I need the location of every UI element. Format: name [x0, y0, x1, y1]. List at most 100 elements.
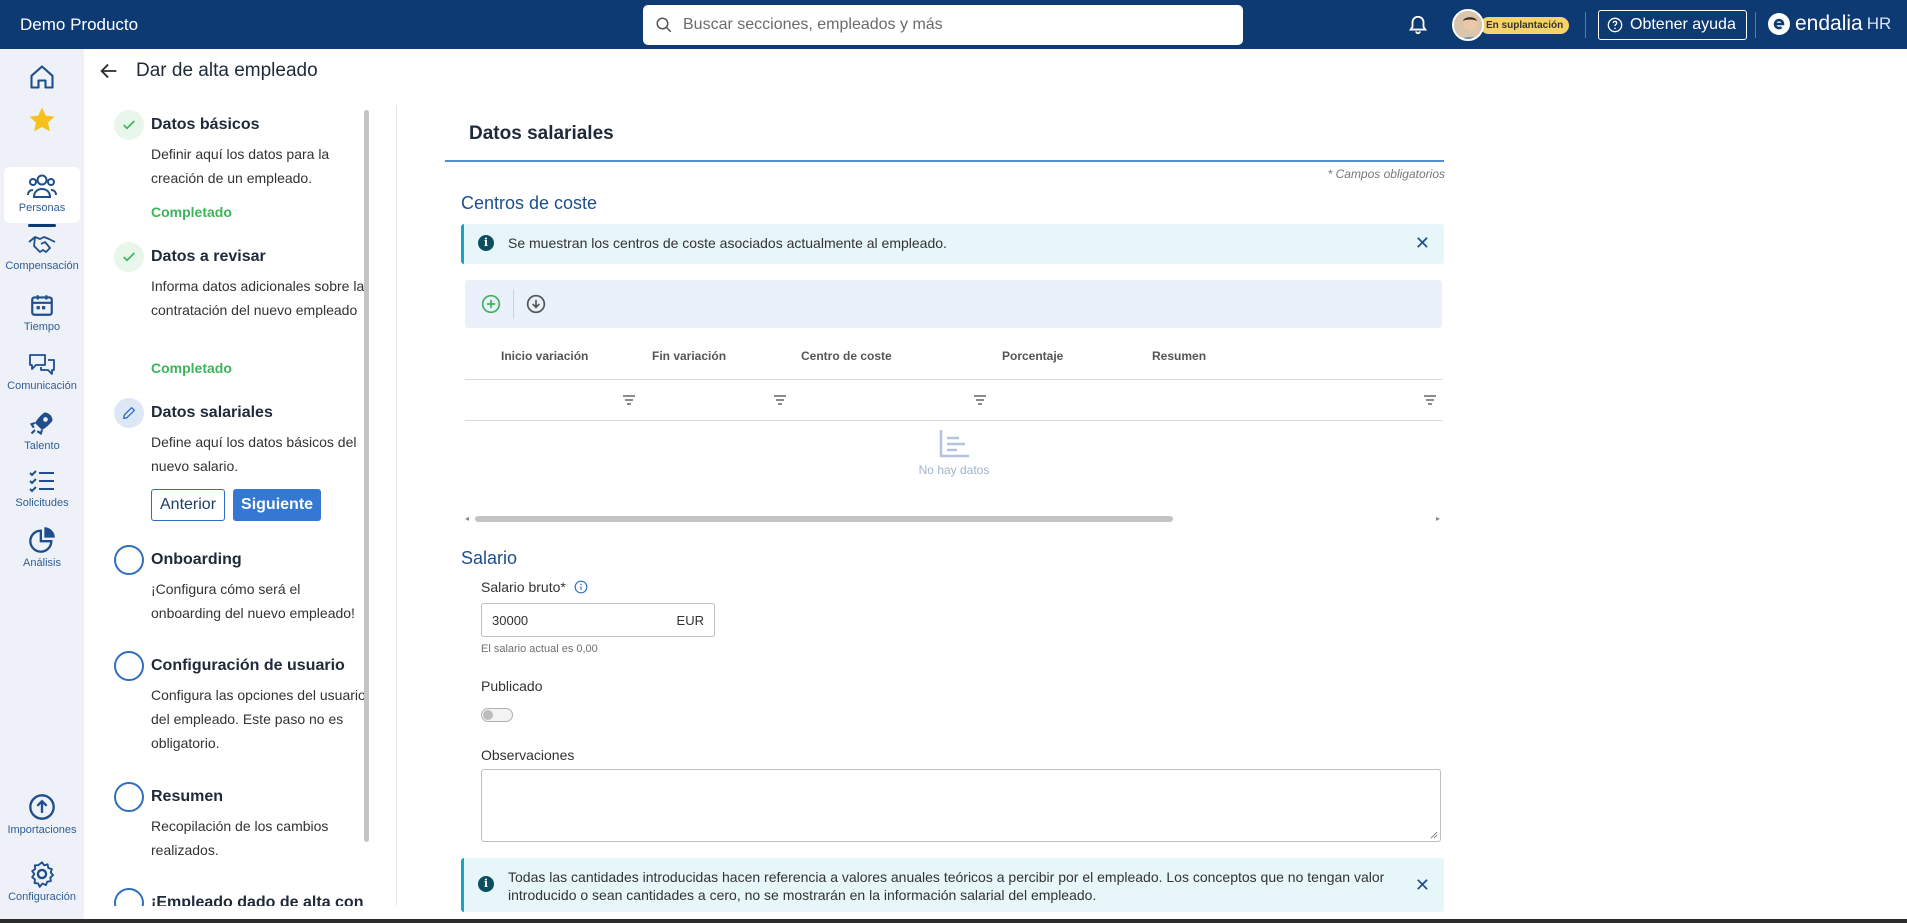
step-current-indicator	[114, 398, 144, 428]
user-menu[interactable]: En suplantación	[1452, 9, 1570, 41]
column-header[interactable]: Inicio variación	[501, 349, 588, 363]
rail-item-compensacion[interactable]: Compensación	[4, 233, 80, 272]
avatar	[1452, 9, 1484, 41]
step-title: ¡Empleado dado de alta con	[151, 894, 364, 906]
header-divider	[1585, 12, 1586, 38]
info-circle-icon[interactable]	[574, 580, 588, 594]
step-title: Datos salariales	[151, 404, 273, 421]
brand-name: endalia	[1795, 12, 1863, 35]
empty-state-text: No hay datos	[918, 463, 990, 477]
filter-icon[interactable]	[773, 393, 787, 407]
column-header[interactable]: Fin variación	[652, 349, 726, 363]
gross-salary-label-row: Salario bruto*	[481, 579, 588, 595]
filter-icon[interactable]	[973, 393, 987, 407]
close-icon[interactable]: ✕	[1415, 876, 1430, 894]
page-title: Dar de alta empleado	[136, 60, 318, 81]
published-toggle[interactable]	[481, 708, 513, 722]
grid-toolbar	[465, 280, 1442, 328]
calendar-icon	[31, 295, 53, 316]
published-label: Publicado	[481, 678, 543, 694]
step-description: Informa datos adicionales sobre la contr…	[151, 278, 365, 318]
gross-salary-label: Salario bruto*	[481, 579, 566, 595]
step-buttons: Anterior Siguiente	[151, 489, 322, 521]
home-icon	[30, 65, 54, 89]
step-title: Resumen	[151, 788, 224, 805]
step-done-indicator	[114, 110, 144, 140]
step-pending-indicator	[114, 651, 144, 681]
salary-title: Salario	[461, 548, 518, 568]
rail-item-label: Tiempo	[23, 321, 61, 333]
rail-item-label: Análisis	[23, 557, 61, 569]
rail-item-analisis[interactable]: Análisis	[4, 526, 80, 569]
column-header[interactable]: Resumen	[1152, 349, 1206, 363]
search-icon	[656, 17, 672, 33]
rail-item-solicitudes[interactable]: Solicitudes	[4, 468, 80, 509]
toggle-knob	[483, 710, 493, 720]
scrollbar-thumb[interactable]	[475, 516, 1173, 522]
required-fields-note: * Campos obligatorios	[1327, 167, 1445, 181]
info-icon: i	[478, 235, 494, 251]
step-pending-indicator	[114, 782, 144, 812]
notes-textarea[interactable]	[481, 769, 1441, 842]
rail-favorites[interactable]	[4, 105, 80, 135]
download-icon[interactable]	[526, 294, 546, 314]
step-description: ¡Configura cómo será el onboarding del n…	[151, 581, 355, 621]
empty-list-icon	[939, 430, 969, 458]
cost-centers-title: Centros de coste	[461, 193, 598, 213]
step-title: Datos básicos	[151, 116, 260, 133]
step-status: Completado	[151, 204, 232, 220]
wizard-stepper: Datos básicos Definir aquí los datos par…	[100, 106, 368, 906]
people-icon	[27, 174, 57, 198]
grid-header: Inicio variación Fin variación Centro de…	[465, 340, 1442, 380]
bell-icon[interactable]	[1407, 14, 1429, 36]
help-button-label: Obtener ayuda	[1630, 16, 1736, 33]
left-rail: Personas Compensación Tiempo Comunicació…	[0, 49, 84, 923]
rail-item-personas[interactable]: Personas	[4, 167, 80, 227]
add-circle-icon[interactable]	[481, 294, 501, 314]
checklist-icon	[29, 470, 54, 493]
window-bottom-edge	[0, 919, 1907, 923]
chat-bubbles-icon	[29, 354, 55, 375]
step-title: Onboarding	[151, 551, 242, 568]
rocket-icon	[29, 412, 53, 436]
filter-icon[interactable]	[1423, 393, 1437, 407]
scroll-left-icon[interactable]: ◂	[465, 514, 469, 523]
previous-button[interactable]: Anterior	[151, 489, 226, 521]
step-pending-indicator	[114, 545, 144, 575]
active-indicator	[28, 224, 56, 227]
rail-home[interactable]	[4, 63, 80, 91]
column-header[interactable]: Centro de coste	[801, 349, 892, 363]
check-icon	[123, 120, 135, 130]
filter-icon[interactable]	[622, 393, 636, 407]
step-status: Completado	[151, 360, 232, 376]
header-divider	[1755, 12, 1756, 38]
question-icon	[1607, 17, 1623, 33]
gross-salary-value[interactable]: 30000	[492, 613, 677, 628]
brand-logo[interactable]: endalia HR	[1767, 12, 1891, 36]
brand-suffix: HR	[1866, 14, 1892, 33]
notes-label: Observaciones	[481, 747, 575, 763]
grid-horizontal-scrollbar[interactable]: ◂ ▸	[465, 514, 1442, 523]
rail-item-tiempo[interactable]: Tiempo	[4, 292, 80, 333]
scroll-right-icon[interactable]: ▸	[1436, 514, 1440, 523]
rail-item-comunicacion[interactable]: Comunicación	[4, 351, 80, 392]
next-button[interactable]: Siguiente	[233, 489, 322, 521]
star-icon	[29, 107, 55, 132]
back-arrow-icon[interactable]	[98, 60, 120, 82]
search-input[interactable]	[683, 16, 1223, 34]
search-box[interactable]	[643, 5, 1243, 45]
rail-item-talento[interactable]: Talento	[4, 409, 80, 452]
rail-item-label: Configuración	[8, 891, 76, 903]
rail-item-importaciones[interactable]: Importaciones	[4, 793, 80, 836]
step-title: Configuración de usuario	[151, 657, 345, 674]
rail-item-label: Personas	[18, 202, 66, 214]
resize-handle-icon[interactable]	[1430, 831, 1438, 839]
help-button[interactable]: Obtener ayuda	[1598, 10, 1747, 40]
stepper-scrollbar[interactable]	[364, 110, 369, 842]
column-header[interactable]: Porcentaje	[1002, 349, 1063, 363]
close-icon[interactable]: ✕	[1415, 234, 1430, 252]
rail-item-configuracion[interactable]: Configuración	[4, 860, 80, 903]
rail-item-label: Talento	[24, 440, 60, 452]
gross-salary-input[interactable]: 30000 EUR	[481, 603, 715, 637]
app-title[interactable]: Demo Producto	[20, 15, 138, 35]
